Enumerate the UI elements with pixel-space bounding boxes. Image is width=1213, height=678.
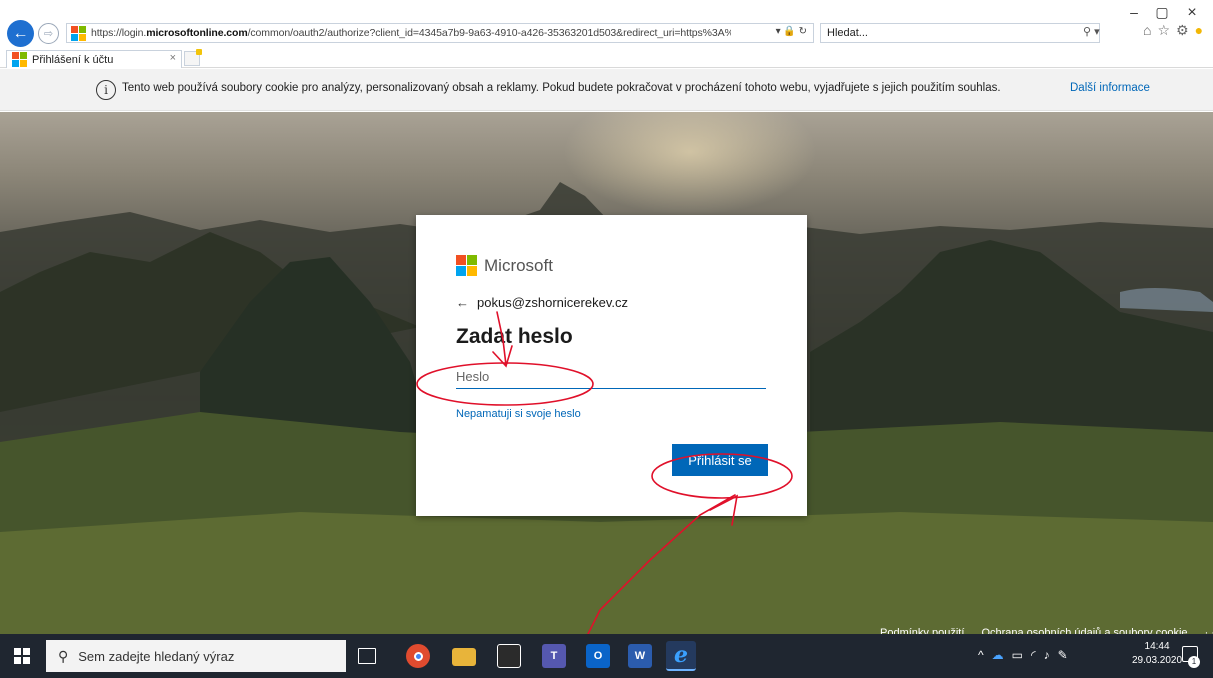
new-tab-button[interactable] bbox=[184, 49, 202, 66]
login-card: Microsoft ← pokus@zshornicerekev.cz Zada… bbox=[416, 215, 807, 516]
url-text: https://login.microsoftonline.com/common… bbox=[91, 27, 731, 39]
forgot-password-link[interactable]: Nepamatuji si svoje heslo bbox=[456, 408, 581, 420]
onedrive-icon[interactable]: ☁ bbox=[992, 648, 1004, 662]
chevron-up-icon[interactable]: ^ bbox=[978, 648, 984, 662]
page-title: Zadat heslo bbox=[456, 325, 573, 348]
display-icon[interactable]: ▭ bbox=[1012, 648, 1023, 662]
feedback-smiley-icon[interactable]: ● bbox=[1195, 22, 1203, 39]
clock-date: 29.03.2020 bbox=[1132, 655, 1183, 666]
info-icon: i bbox=[96, 80, 116, 100]
internet-explorer-icon[interactable]: e bbox=[666, 641, 696, 671]
notification-count: 1 bbox=[1188, 656, 1200, 668]
address-row: ← ⇨ https://login.microsoftonline.com/co… bbox=[0, 18, 1213, 48]
browser-chrome: – ▢ × ← ⇨ https://login.microsoftonline.… bbox=[0, 0, 1213, 112]
tab-title: Přihlášení k účtu bbox=[32, 53, 114, 66]
back-button[interactable]: ← bbox=[7, 20, 34, 47]
system-tray: ^ ☁ ▭ ◜ ♪ ✎ bbox=[978, 648, 1068, 662]
sign-in-button[interactable]: Přihlásit se bbox=[672, 444, 768, 476]
microsoft-logo: Microsoft bbox=[456, 255, 553, 276]
volume-icon[interactable]: ♪ bbox=[1044, 648, 1050, 662]
store-icon[interactable] bbox=[497, 644, 521, 668]
wifi-icon[interactable]: ◜ bbox=[1031, 648, 1036, 662]
address-bar-icons[interactable]: ▾ 🔒 ↻ bbox=[776, 26, 807, 37]
address-bar[interactable]: https://login.microsoftonline.com/common… bbox=[66, 23, 814, 43]
teams-icon[interactable]: T bbox=[542, 644, 566, 668]
forward-button[interactable]: ⇨ bbox=[38, 23, 59, 44]
task-view-icon[interactable] bbox=[358, 648, 376, 664]
back-arrow-icon[interactable]: ← bbox=[456, 295, 469, 310]
tab-strip: Přihlášení k účtu × bbox=[0, 48, 1213, 68]
browser-search-input[interactable]: Hledat... bbox=[820, 23, 1100, 43]
tab-favicon-icon bbox=[12, 52, 27, 67]
favorites-star-icon[interactable]: ☆ bbox=[1157, 22, 1170, 39]
settings-gear-icon[interactable]: ⚙ bbox=[1176, 22, 1189, 39]
account-email: pokus@zshornicerekev.cz bbox=[477, 295, 628, 310]
cookie-more-link[interactable]: Další informace bbox=[1070, 82, 1150, 94]
clock-time: 14:44 bbox=[1144, 641, 1170, 652]
back-arrow-icon: ← bbox=[12, 24, 29, 42]
taskbar-clock[interactable]: 14:44 29.03.2020 bbox=[1132, 640, 1182, 668]
cookie-text: Tento web používá soubory cookie pro ana… bbox=[122, 82, 1001, 94]
microsoft-wordmark: Microsoft bbox=[484, 255, 553, 275]
tab-close-icon[interactable]: × bbox=[170, 52, 176, 64]
tab-active[interactable]: Přihlášení k účtu × bbox=[6, 50, 182, 68]
forward-arrow-icon: ⇨ bbox=[43, 28, 54, 40]
taskbar-search-input[interactable]: ⚲ Sem zadejte hledaný výraz bbox=[46, 640, 346, 672]
windows-taskbar: ⚲ Sem zadejte hledaný výraz T O W e ^ ☁ … bbox=[0, 634, 1213, 678]
home-icon[interactable]: ⌂ bbox=[1143, 22, 1151, 39]
taskbar-search-placeholder: Sem zadejte hledaný výraz bbox=[78, 648, 235, 664]
word-icon[interactable]: W bbox=[628, 644, 652, 668]
outlook-icon[interactable]: O bbox=[586, 644, 610, 668]
account-back-row[interactable]: ← pokus@zshornicerekev.cz bbox=[456, 295, 628, 310]
search-icon[interactable]: ⚲ ▾ bbox=[1083, 25, 1100, 38]
search-icon: ⚲ bbox=[58, 647, 69, 664]
browser-search-placeholder: Hledat... bbox=[827, 27, 868, 39]
file-explorer-icon[interactable] bbox=[452, 648, 476, 666]
microsoft-logo-icon bbox=[456, 255, 477, 276]
cookie-banner: i Tento web používá soubory cookie pro a… bbox=[0, 69, 1213, 111]
browser-toolbar-icons: ⌂ ☆ ⚙ ● bbox=[1143, 22, 1203, 39]
site-favicon-icon bbox=[71, 25, 86, 41]
pen-icon[interactable]: ✎ bbox=[1058, 648, 1068, 662]
start-button[interactable] bbox=[14, 648, 30, 664]
chrome-icon[interactable] bbox=[406, 644, 430, 668]
password-input[interactable] bbox=[456, 365, 766, 389]
